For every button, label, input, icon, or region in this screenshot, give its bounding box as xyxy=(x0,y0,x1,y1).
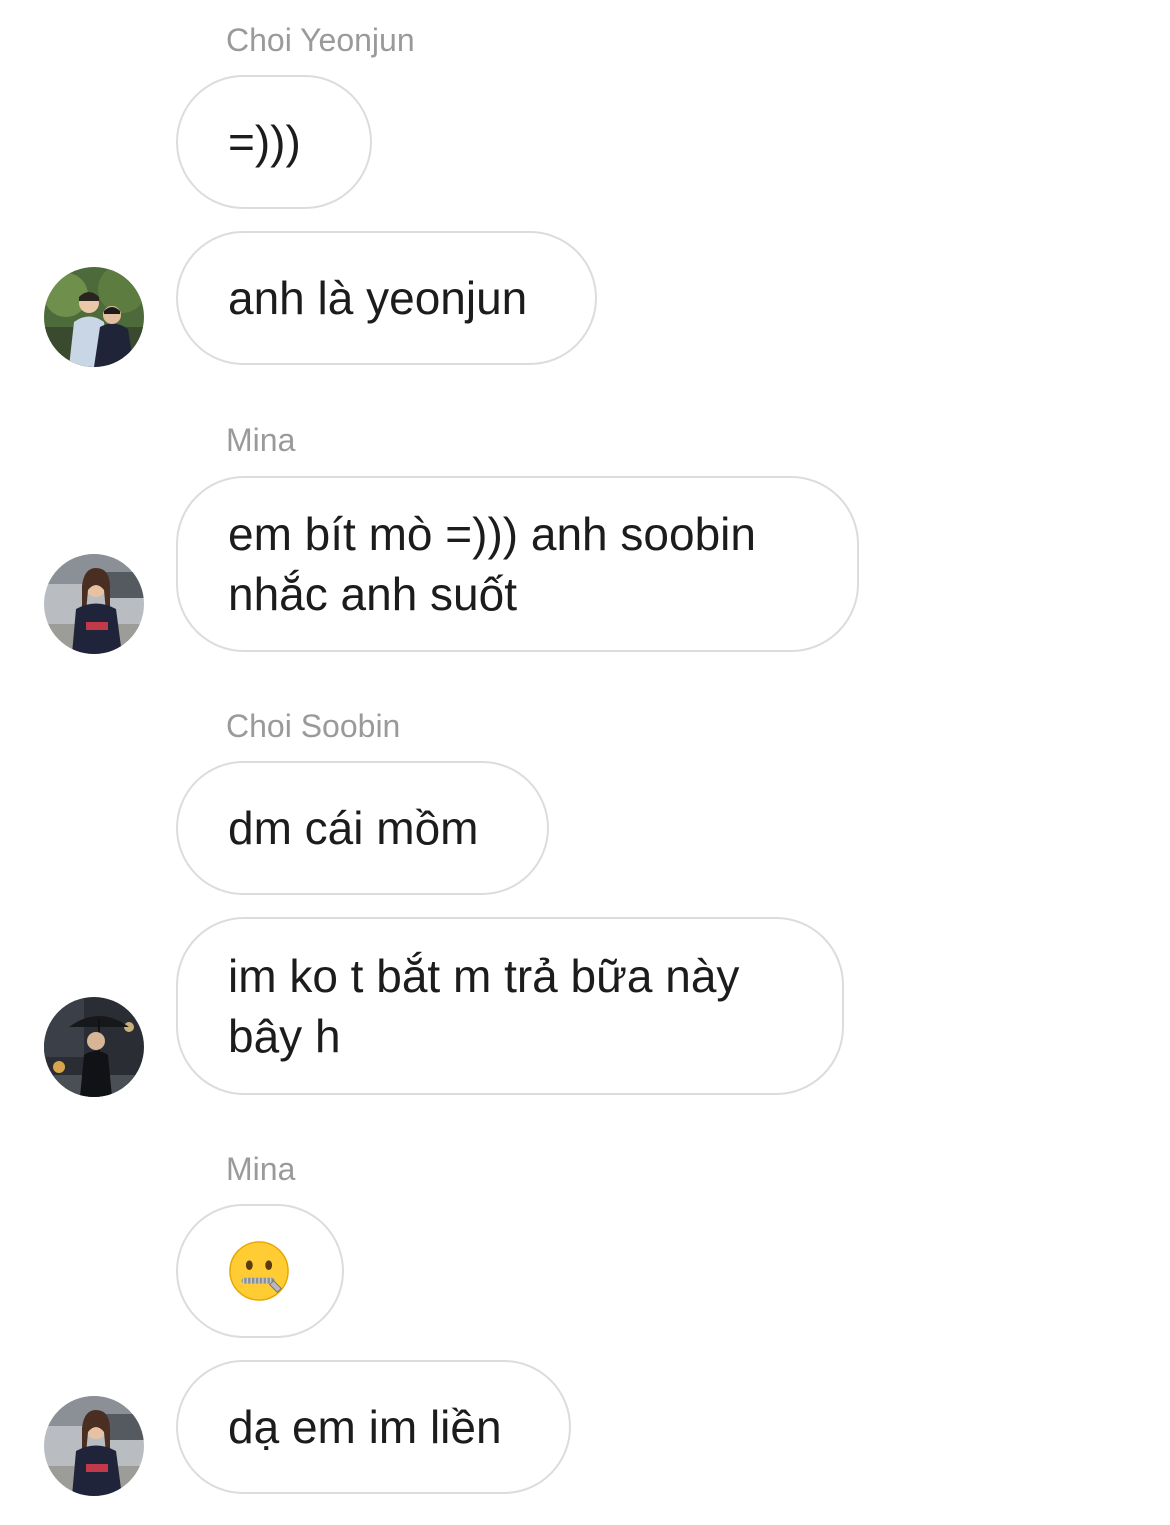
message-bubble[interactable]: im ko t bắt m trả bữa này bây h xyxy=(176,917,844,1095)
sender-name: Mina xyxy=(226,1151,296,1187)
avatar-photo xyxy=(44,267,144,367)
message-text: =))) xyxy=(228,116,301,168)
message-bubble[interactable]: 🤐 xyxy=(176,1204,344,1338)
message-bubble[interactable]: dm cái mồm xyxy=(176,761,549,895)
avatar-choi-yeonjun[interactable] xyxy=(44,267,144,367)
message-text: im ko t bắt m trả bữa này bây h xyxy=(228,950,740,1062)
message-bubble[interactable]: anh là yeonjun xyxy=(176,231,597,365)
sender-name: Choi Soobin xyxy=(226,708,401,744)
message-text: dm cái mồm xyxy=(228,802,479,854)
sender-name: Mina xyxy=(226,422,296,458)
avatar-choi-soobin[interactable] xyxy=(44,997,144,1097)
avatar-mina[interactable] xyxy=(44,554,144,654)
avatar-photo xyxy=(44,554,144,654)
zipper-mouth-face-emoji xyxy=(229,1241,289,1301)
message-bubble[interactable]: =))) xyxy=(176,75,372,209)
avatar-photo xyxy=(44,997,144,1097)
avatar-photo xyxy=(44,1396,144,1496)
message-text: anh là yeonjun xyxy=(228,272,528,324)
avatar-mina[interactable] xyxy=(44,1396,144,1496)
message-bubble[interactable]: dạ em im liền xyxy=(176,1360,571,1494)
sender-name: Choi Yeonjun xyxy=(226,22,415,58)
message-bubble[interactable]: em bít mò =))) anh soobin nhắc anh suốt xyxy=(176,476,859,652)
message-text: em bít mò =))) anh soobin nhắc anh suốt xyxy=(228,508,756,620)
message-text: dạ em im liền xyxy=(228,1401,502,1453)
